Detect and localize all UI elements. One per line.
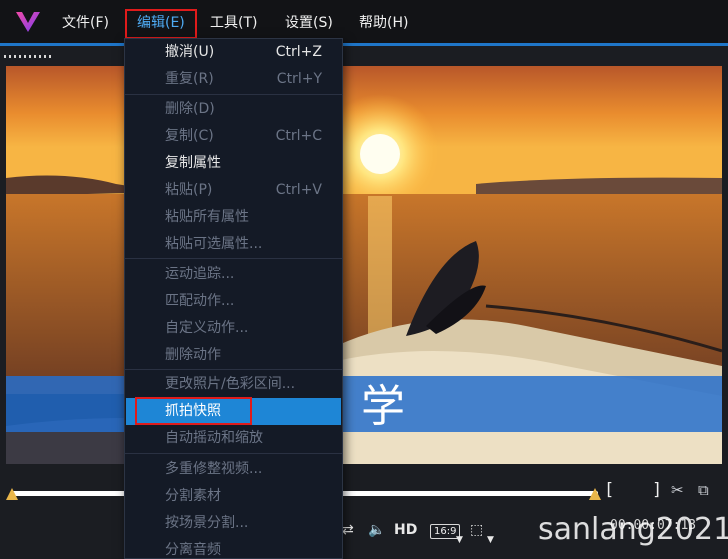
menu-item-custom-motion[interactable]: 自定义动作... (125, 315, 342, 342)
menu-separator (125, 258, 342, 259)
app-logo-icon[interactable] (14, 10, 42, 34)
menu-item-match-motion[interactable]: 匹配动作... (125, 288, 342, 315)
menubar-accent-line (0, 43, 728, 46)
menu-item-label: 粘贴所有属性 (165, 209, 249, 225)
menu-item-label: 粘贴(P) (165, 182, 213, 198)
menu-item-paste[interactable]: 粘贴(P) Ctrl+V (125, 177, 342, 204)
edit-menu-dropdown: 撤消(U) Ctrl+Z 重复(R) Ctrl+Y 删除(D) 复制(C) Ct… (124, 38, 343, 559)
annotation-box-edit-menu (125, 9, 197, 39)
mark-in-button[interactable]: [ (604, 480, 614, 500)
panel-grip[interactable] (4, 55, 52, 58)
menu-settings[interactable]: 设置(S) (285, 12, 333, 34)
menu-item-shortcut: Ctrl+C (275, 128, 322, 144)
menu-item-label: 复制属性 (165, 155, 221, 171)
menu-item-label: 匹配动作... (165, 293, 235, 309)
menu-item-split-by-scene[interactable]: 按场景分割... (125, 510, 342, 537)
watermark-text: sanlang2021 (538, 512, 728, 547)
title-overlay-text[interactable]: 学 (361, 370, 407, 434)
menu-item-shortcut: Ctrl+Z (275, 44, 322, 60)
hd-toggle[interactable]: HD (394, 520, 417, 540)
menu-bar: 文件(F) 编辑(E) 工具(T) 设置(S) 帮助(H) (0, 0, 728, 46)
menu-item-paste-all-attributes[interactable]: 粘贴所有属性 (125, 204, 342, 231)
menu-item-paste-selected-attributes[interactable]: 粘贴可选属性... (125, 231, 342, 258)
scissors-icon[interactable]: ✂ (671, 481, 684, 499)
menu-item-change-duration[interactable]: 更改照片/色彩区间... (125, 371, 342, 398)
menu-separator (125, 369, 342, 370)
menu-item-label: 按场景分割... (165, 515, 249, 531)
video-preview[interactable]: 学 (6, 66, 722, 464)
menu-item-label: 多重修整视频... (165, 461, 263, 477)
menu-item-shortcut: Ctrl+V (275, 182, 322, 198)
menu-item-label: 自定义动作... (165, 320, 249, 336)
menu-item-split-clip[interactable]: 分割素材 (125, 483, 342, 510)
menu-item-label: 分割素材 (165, 488, 221, 504)
menu-item-label: 分离音频 (165, 542, 221, 558)
menu-item-label: 删除动作 (165, 347, 221, 363)
menu-help[interactable]: 帮助(H) (359, 12, 408, 34)
menu-item-remove-motion[interactable]: 删除动作 (125, 342, 342, 369)
menu-item-shortcut: Ctrl+Y (276, 71, 322, 87)
menu-item-motion-tracking[interactable]: 运动追踪... (125, 261, 342, 288)
mark-out-button[interactable]: ] (652, 480, 662, 500)
menu-separator (125, 94, 342, 95)
menu-item-multi-trim[interactable]: 多重修整视频... (125, 456, 342, 483)
menu-item-copy[interactable]: 复制(C) Ctrl+C (125, 123, 342, 150)
menu-item-delete[interactable]: 删除(D) (125, 96, 342, 123)
repeat-icon[interactable]: ⇄ (342, 520, 354, 540)
menu-item-label: 重复(R) (165, 71, 214, 87)
annotation-box-snapshot (135, 397, 252, 425)
menu-item-label: 粘贴可选属性... (165, 236, 263, 252)
menu-item-redo[interactable]: 重复(R) Ctrl+Y (125, 66, 342, 93)
crop-icon[interactable]: ⬚ (470, 520, 483, 540)
menu-item-split-audio[interactable]: 分离音频 (125, 537, 342, 559)
menu-tools[interactable]: 工具(T) (210, 12, 257, 34)
chevron-down-icon[interactable]: ▼ (487, 530, 494, 550)
menu-file[interactable]: 文件(F) (62, 12, 109, 34)
menu-item-copy-attributes[interactable]: 复制属性 (125, 150, 342, 177)
menu-item-label: 撤消(U) (165, 44, 215, 60)
chevron-down-icon[interactable]: ▼ (456, 530, 463, 550)
menu-item-label: 自动摇动和缩放 (165, 430, 263, 446)
menu-item-label: 更改照片/色彩区间... (165, 376, 296, 392)
volume-icon[interactable]: 🔈 (368, 520, 385, 540)
menu-item-label: 复制(C) (165, 128, 214, 144)
menu-item-undo[interactable]: 撤消(U) Ctrl+Z (125, 39, 342, 66)
menu-separator (125, 453, 342, 454)
menu-item-label: 删除(D) (165, 101, 215, 117)
copy-frame-icon[interactable]: ⧉ (698, 481, 709, 499)
menu-item-auto-pan-zoom[interactable]: 自动摇动和缩放 (125, 425, 342, 452)
trim-marker-end[interactable] (589, 488, 601, 500)
trim-marker-start[interactable] (6, 488, 18, 500)
menu-item-label: 运动追踪... (165, 266, 235, 282)
